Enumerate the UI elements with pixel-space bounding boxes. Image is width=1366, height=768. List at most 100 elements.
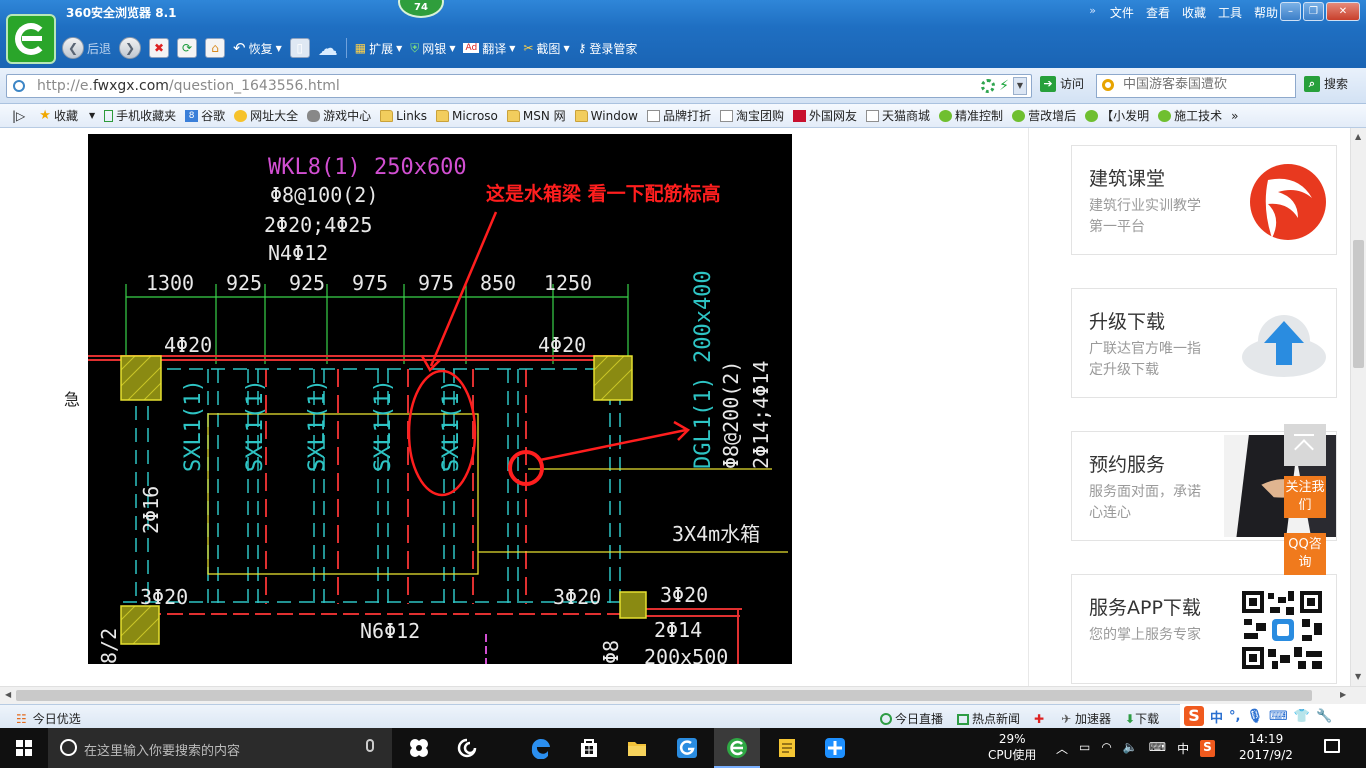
tray-ime[interactable]: 中: [1177, 740, 1189, 757]
battery-icon[interactable]: ▭: [1079, 740, 1090, 757]
screenshot-button[interactable]: ✂ 截图 ▼: [523, 40, 569, 57]
follow-us-button[interactable]: 关注我们: [1284, 476, 1326, 518]
taskbar-app-swirl[interactable]: [444, 728, 490, 768]
close-button[interactable]: ✕: [1326, 2, 1360, 21]
scroll-down-icon[interactable]: ▼: [1355, 672, 1361, 681]
restore-tabs-button[interactable]: ↶ 恢复 ▼: [233, 39, 282, 57]
status-today-picks[interactable]: ☷ 今日优选: [16, 710, 81, 727]
browser-logo-icon[interactable]: [6, 14, 56, 64]
login-manager-button[interactable]: ⚷ 登录管家: [578, 40, 638, 57]
keyboard-icon[interactable]: ⌨: [1149, 740, 1166, 757]
fav-brand[interactable]: 品牌打折: [646, 107, 711, 124]
fav-construction[interactable]: 施工技术: [1158, 107, 1222, 124]
taskbar-app-pinwheel[interactable]: [396, 728, 442, 768]
taskbar-app-remote[interactable]: [812, 728, 858, 768]
score-badge[interactable]: 74: [398, 0, 444, 18]
microphone-icon[interactable]: [366, 739, 374, 752]
forward-button[interactable]: ❯: [119, 37, 142, 59]
horizontal-scrollbar[interactable]: ◀ ▶: [0, 686, 1366, 704]
visit-button[interactable]: ➔ 访问: [1040, 75, 1084, 92]
taskbar-search[interactable]: 在这里输入你要搜索的内容: [48, 728, 392, 768]
menu-view[interactable]: 查看: [1146, 4, 1170, 21]
notification-center-icon[interactable]: [1324, 739, 1340, 753]
fav-taobao[interactable]: 淘宝团购: [720, 107, 784, 124]
status-medical[interactable]: ✚: [1034, 712, 1044, 726]
speed-mode-icon[interactable]: ⚡: [999, 78, 1009, 94]
ime-mode-toggle[interactable]: 中: [1210, 707, 1223, 726]
back-button[interactable]: ❮ 后退: [62, 37, 111, 59]
fav-foreign[interactable]: 外国网友: [793, 107, 857, 124]
fav-precise[interactable]: 精准控制: [939, 107, 1003, 124]
search-engine-icon[interactable]: [1102, 79, 1114, 91]
skin-shirt-icon[interactable]: 👕: [1294, 709, 1310, 724]
stop-icon[interactable]: ✖: [149, 38, 170, 58]
vertical-scroll-thumb[interactable]: [1353, 240, 1364, 368]
fav-invention[interactable]: 【小发明: [1085, 107, 1149, 124]
fav-favorites[interactable]: ★ 收藏 ▼: [39, 107, 95, 124]
system-clock[interactable]: 14:19 2017/9/2: [1236, 731, 1296, 763]
sogou-tray-icon[interactable]: S: [1200, 740, 1215, 757]
network-icon[interactable]: ◠: [1101, 740, 1111, 757]
taskbar-app-edge[interactable]: [518, 728, 564, 768]
fav-mobile[interactable]: 手机收藏夹: [104, 107, 176, 124]
extend-button[interactable]: ▦ 扩展 ▼: [355, 40, 403, 57]
mobile-icon[interactable]: ▯: [289, 38, 310, 58]
favorites-more[interactable]: »: [1231, 109, 1238, 123]
menu-favorites[interactable]: 收藏: [1182, 4, 1206, 21]
fav-windows[interactable]: Window: [574, 109, 638, 123]
status-download[interactable]: ⬇下载: [1125, 710, 1159, 727]
address-url[interactable]: http://e.fwxgx.com/question_1643556.html: [37, 78, 340, 94]
sogou-ime-icon[interactable]: S: [1184, 706, 1204, 726]
refresh-icon[interactable]: ⟳: [177, 38, 198, 58]
address-dropdown[interactable]: ▼: [1013, 77, 1027, 95]
scroll-up-icon[interactable]: ▲: [1355, 132, 1361, 141]
bank-button[interactable]: ⛨ 网银 ▼: [410, 40, 455, 57]
cpu-usage[interactable]: 29% CPU使用: [988, 731, 1036, 763]
fav-microsoft[interactable]: Microso: [436, 109, 498, 123]
taskbar-app-notes[interactable]: [764, 728, 810, 768]
search-button[interactable]: ⌕ 搜索: [1304, 75, 1348, 92]
taskbar-app-store[interactable]: [566, 728, 612, 768]
menu-arrows-icon[interactable]: »: [1089, 4, 1096, 21]
home-icon[interactable]: ⌂: [205, 38, 226, 58]
punctuation-icon[interactable]: °,: [1229, 709, 1240, 724]
menu-file[interactable]: 文件: [1110, 4, 1134, 21]
search-box[interactable]: [1096, 74, 1296, 98]
taskbar-app-glodon[interactable]: [664, 728, 710, 768]
taskbar-app-explorer[interactable]: [614, 728, 660, 768]
favorites-toggle[interactable]: |▷: [12, 109, 25, 123]
vertical-scrollbar[interactable]: ▲ ▼: [1350, 128, 1366, 686]
fav-sites[interactable]: 网址大全: [234, 107, 298, 124]
translate-button[interactable]: Ad 翻译 ▼: [463, 40, 515, 57]
back-to-top-button[interactable]: [1284, 424, 1326, 466]
scroll-left-icon[interactable]: ◀: [5, 690, 11, 699]
fav-google[interactable]: 8 谷歌: [185, 107, 225, 124]
microphone-icon[interactable]: 🎙: [1246, 709, 1263, 724]
service-card-app[interactable]: 服务APP下载 您的掌上服务专家: [1071, 574, 1337, 684]
restore-button[interactable]: ❐: [1303, 2, 1324, 21]
status-accelerator[interactable]: ✈ 加速器: [1061, 710, 1111, 727]
fav-tmall[interactable]: 天猫商城: [866, 107, 930, 124]
volume-icon[interactable]: 🔈: [1123, 740, 1138, 757]
wrench-icon[interactable]: 🔧: [1316, 709, 1332, 724]
status-news[interactable]: 热点新闻: [957, 710, 1020, 727]
fav-msn[interactable]: MSN 网: [506, 107, 566, 124]
tray-chevron-up-icon[interactable]: ︿: [1056, 740, 1068, 757]
fav-links[interactable]: Links: [380, 109, 427, 123]
cloud-icon[interactable]: ☁: [318, 36, 338, 60]
horizontal-scroll-thumb[interactable]: [16, 690, 1312, 701]
fav-games[interactable]: 游戏中心: [307, 107, 371, 124]
minimize-button[interactable]: –: [1280, 2, 1301, 21]
address-bar[interactable]: http://e.fwxgx.com/question_1643556.html…: [6, 74, 1032, 98]
service-card-upgrade[interactable]: 升级下载 广联达官方唯一指定升级下载: [1071, 288, 1337, 398]
qq-consult-button[interactable]: QQ咨询: [1284, 533, 1326, 575]
loading-icon[interactable]: [981, 79, 996, 93]
menu-tools[interactable]: 工具: [1218, 4, 1242, 21]
search-input[interactable]: [1123, 77, 1289, 92]
scroll-right-icon[interactable]: ▶: [1340, 690, 1346, 699]
keyboard-icon[interactable]: ⌨: [1269, 709, 1288, 724]
service-card-classroom[interactable]: 建筑课堂 建筑行业实训教学第一平台: [1071, 145, 1337, 255]
status-live[interactable]: 今日直播: [880, 710, 943, 727]
start-button[interactable]: [0, 728, 48, 768]
taskbar-app-360-browser[interactable]: [714, 728, 760, 768]
